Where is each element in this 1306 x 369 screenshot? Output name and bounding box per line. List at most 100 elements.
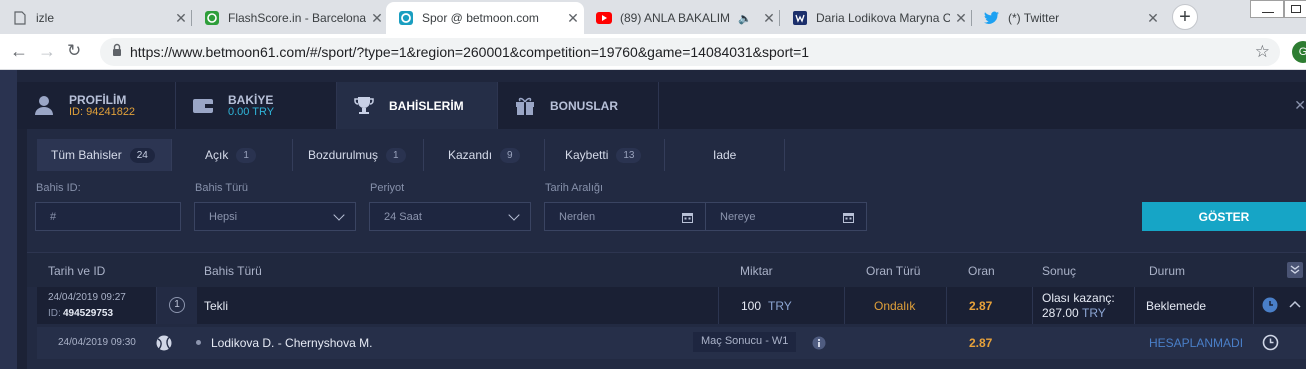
tab-label: Kaybetti — [565, 148, 609, 162]
tab-title: Daria Lodikova Maryna C — [816, 11, 950, 25]
period-value: 24 Saat — [384, 210, 422, 223]
bet-type-select[interactable]: Hepsi — [194, 202, 356, 231]
divider — [1134, 287, 1135, 324]
maximize-icon — [1291, 5, 1301, 13]
tab-label: Açık — [205, 148, 229, 162]
account-nav: PROFİLİM ID: 94241822 BAKİYE 0.00 TRY BA… — [17, 82, 1306, 129]
tab-open[interactable]: Açık 1 — [172, 139, 293, 171]
selection-status: HESAPLANMADI — [1149, 336, 1244, 350]
browser-tab-izle[interactable]: izle ✕ — [0, 2, 192, 34]
selection-date: 24/04/2019 09:30 — [58, 337, 136, 348]
match-name: Lodikova D. - Chernyshova M. — [211, 336, 373, 350]
maximize-button[interactable] — [1284, 0, 1306, 18]
nav-my-bets-label: BAHİSLERİM — [389, 99, 464, 113]
close-panel-icon[interactable]: ✕ — [1294, 97, 1306, 114]
tab-title: FlashScore.in - Barcelona — [228, 11, 366, 25]
col-odds: Oran — [968, 264, 995, 278]
calendar-icon[interactable] — [682, 212, 693, 223]
bet-status: Beklemede — [1146, 299, 1207, 313]
browser-tab-bar: izle ✕ FlashScore.in - Barcelona ✕ Spor … — [0, 0, 1306, 34]
bet-number-badge: 1 — [169, 297, 185, 313]
date-from-placeholder: Nerden — [559, 210, 596, 223]
chevron-down-icon — [508, 209, 520, 221]
period-select[interactable]: 24 Saat — [369, 202, 531, 231]
divider — [844, 287, 845, 324]
bet-amount: 100 — [741, 299, 762, 313]
tab-lost[interactable]: Kaybetti 13 — [545, 139, 665, 171]
chevron-down-icon — [333, 209, 345, 221]
divider — [1032, 287, 1033, 324]
bets-section: Tüm Bahisler 24 Açık 1 Bozdurulmuş 1 Kaz… — [27, 129, 1306, 369]
url-text: https://www.betmoon61.com/#/sport/?type=… — [130, 44, 810, 60]
tennis-ball-icon — [156, 335, 172, 354]
browser-tab-betmoon[interactable]: Spor @ betmoon.com ✕ — [386, 2, 584, 34]
collapse-all-button[interactable] — [1287, 262, 1303, 278]
profile-avatar[interactable]: G — [1292, 41, 1306, 63]
user-id: ID: 94241822 — [69, 106, 136, 118]
lock-icon — [112, 43, 122, 61]
page-icon — [12, 10, 28, 26]
bet-row[interactable]: 24/04/2019 09:27 ID: 494529753 1 Tekli 1… — [37, 287, 1306, 324]
bet-id-label: Bahis ID: — [36, 182, 81, 194]
close-tab-icon[interactable]: ✕ — [758, 10, 780, 27]
show-button[interactable]: GÖSTER — [1142, 202, 1306, 231]
close-tab-icon[interactable]: ✕ — [170, 10, 192, 27]
address-bar: ← → ↻ https://www.betmoon61.com/#/sport/… — [0, 34, 1306, 70]
info-icon[interactable] — [812, 336, 826, 353]
bet-type-label: Bahis Türü — [195, 182, 248, 194]
close-tab-icon[interactable]: ✕ — [366, 10, 388, 27]
tab-title: (89) ANLA BAKALIM — [620, 11, 731, 25]
nav-my-bets[interactable]: BAHİSLERİM — [337, 82, 498, 129]
tab-label: Kazandı — [448, 148, 493, 162]
youtube-icon — [596, 10, 612, 26]
back-icon[interactable]: ← — [10, 41, 28, 62]
wallet-icon — [192, 94, 214, 116]
bet-id-input[interactable]: # — [35, 202, 181, 231]
tab-won[interactable]: Kazandı 9 — [424, 139, 545, 171]
gift-icon — [514, 94, 536, 116]
bet-odds: 2.87 — [969, 299, 993, 313]
chevron-down-double-icon — [1290, 265, 1300, 274]
browser-tab-flashscore[interactable]: FlashScore.in - Barcelona ✕ — [192, 2, 388, 34]
close-tab-icon[interactable]: ✕ — [950, 10, 972, 27]
nav-bonuses-label: BONUSLAR — [550, 99, 618, 113]
clock-icon — [1262, 297, 1278, 316]
close-tab-icon[interactable]: ✕ — [1142, 10, 1164, 27]
bet-date: 24/04/2019 09:27 — [48, 292, 126, 303]
browser-tab-daria[interactable]: Daria Lodikova Maryna C ✕ — [780, 2, 972, 34]
reload-icon[interactable]: ↻ — [67, 41, 81, 61]
bookmark-star-icon[interactable]: ☆ — [1255, 42, 1270, 62]
odds-type: Ondalık — [874, 299, 916, 313]
new-tab-button[interactable]: + — [1172, 4, 1198, 30]
nav-balance[interactable]: BAKİYE 0.00 TRY — [176, 82, 337, 129]
betmoon-icon — [398, 10, 414, 26]
date-to-input[interactable]: Nereye — [705, 202, 867, 231]
bet-id: 494529753 — [63, 308, 114, 319]
background-site-strip — [0, 70, 17, 369]
browser-tab-youtube[interactable]: (89) ANLA BAKALIM 🔈 ✕ — [584, 2, 780, 34]
market-badge: Maç Sonucu - W1 — [693, 332, 797, 352]
chevron-up-icon[interactable] — [1288, 298, 1302, 315]
speaker-icon[interactable]: 🔈 — [738, 12, 752, 25]
nav-balance-label: BAKİYE — [228, 93, 274, 107]
close-tab-icon[interactable]: ✕ — [562, 10, 584, 27]
tab-all-bets[interactable]: Tüm Bahisler 24 — [37, 139, 172, 171]
forward-icon[interactable]: → — [38, 41, 56, 62]
tab-count: 24 — [129, 147, 155, 163]
col-amount: Miktar — [740, 264, 773, 278]
nav-profile[interactable]: PROFİLİM ID: 94241822 — [17, 82, 176, 129]
period-label: Periyot — [370, 182, 405, 194]
url-field[interactable]: https://www.betmoon61.com/#/sport/?type=… — [100, 38, 1280, 66]
selection-odds: 2.87 — [969, 336, 993, 350]
divider — [718, 287, 719, 324]
col-bet-type: Bahis Türü — [204, 264, 262, 278]
tab-cashed-out[interactable]: Bozdurulmuş 1 — [293, 139, 424, 171]
minimize-button[interactable] — [1250, 0, 1284, 18]
date-from-input[interactable]: Nerden — [544, 202, 706, 231]
nav-bonuses[interactable]: BONUSLAR — [498, 82, 659, 129]
browser-tab-twitter[interactable]: (*) Twitter ✕ — [972, 2, 1164, 34]
tab-refund[interactable]: Iade — [665, 139, 785, 171]
calendar-icon[interactable] — [843, 212, 854, 223]
bet-id-placeholder: # — [50, 210, 57, 223]
site-icon — [792, 10, 808, 26]
